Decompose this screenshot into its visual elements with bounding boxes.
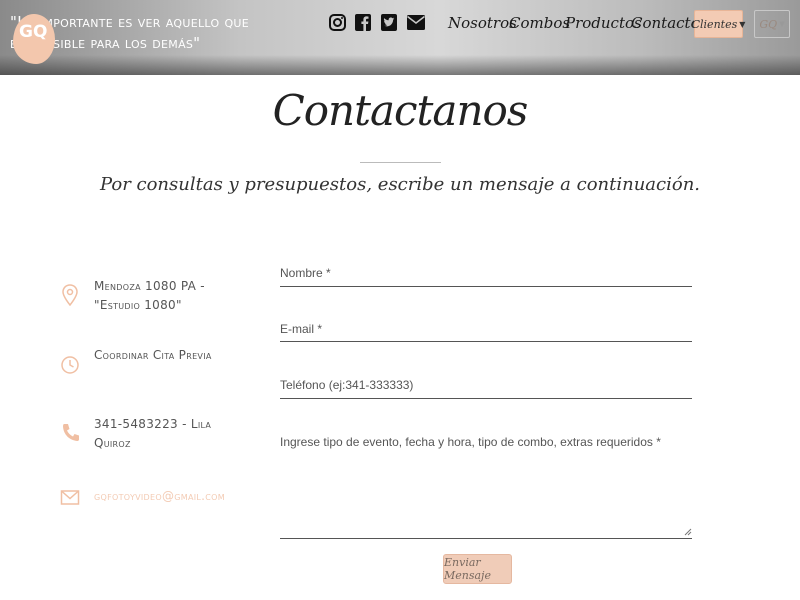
facebook-icon[interactable] [355, 14, 371, 31]
header-banner: "Lo importante es ver aquello que es inv… [0, 0, 800, 75]
phone-icon [63, 424, 79, 441]
clock-icon [61, 356, 79, 374]
name-placeholder: Nombre * [280, 266, 331, 280]
info-phone: 341-5483223 - Lila Quiroz [60, 417, 250, 462]
info-address: Mendoza 1080 PA - "Estudio 1080" [60, 279, 250, 324]
email-link[interactable]: gqfotoyvideo@gmail.com [94, 487, 244, 506]
name-field[interactable]: Nombre * [280, 262, 692, 287]
logo[interactable]: GQ [13, 14, 55, 64]
caret-down-icon: ▼ [779, 20, 785, 28]
resize-handle-icon[interactable] [684, 528, 692, 536]
caret-down-icon: ▼ [739, 19, 746, 29]
envelope-icon[interactable] [407, 15, 425, 30]
map-pin-icon [62, 284, 78, 306]
user-menu-label: GQ [759, 17, 778, 31]
clientes-dropdown-button[interactable]: Clientes ▼ [691, 10, 746, 38]
appointment-text: Coordinar Cita Previa [94, 348, 212, 362]
user-menu-button[interactable]: GQ ▼ [754, 10, 790, 38]
page-subtitle: Por consultas y presupuestos, escribe un… [99, 174, 701, 195]
email-field[interactable]: E-mail * [280, 318, 692, 342]
message-field[interactable]: Ingrese tipo de evento, fecha y hora, ti… [280, 430, 692, 539]
address-text: Mendoza 1080 PA - "Estudio 1080" [94, 279, 205, 312]
logo-text: GQ [19, 22, 48, 42]
header-shade [0, 55, 800, 75]
phone-text: 341-5483223 - Lila Quiroz [94, 417, 212, 450]
phone-placeholder: Teléfono (ej:341-333333) [280, 378, 414, 392]
info-email: gqfotoyvideo@gmail.com [60, 487, 250, 511]
clientes-label: Clientes [691, 17, 738, 31]
instagram-icon[interactable] [329, 14, 346, 31]
envelope-outline-icon [60, 490, 80, 505]
nav-nosotros[interactable]: Nosotros [448, 14, 517, 32]
twitter-icon[interactable] [381, 14, 397, 31]
nav-contacto[interactable]: Contacto [631, 14, 700, 32]
nav-combos[interactable]: Combos [509, 14, 570, 32]
email-placeholder: E-mail * [280, 322, 323, 336]
divider [360, 162, 441, 163]
phone-field[interactable]: Teléfono (ej:341-333333) [280, 374, 692, 399]
message-placeholder: Ingrese tipo de evento, fecha y hora, ti… [280, 435, 661, 449]
send-message-button[interactable]: Enviar Mensaje [443, 554, 512, 584]
info-appointment: Coordinar Cita Previa [60, 348, 250, 394]
page-title: Contactanos [272, 86, 529, 135]
